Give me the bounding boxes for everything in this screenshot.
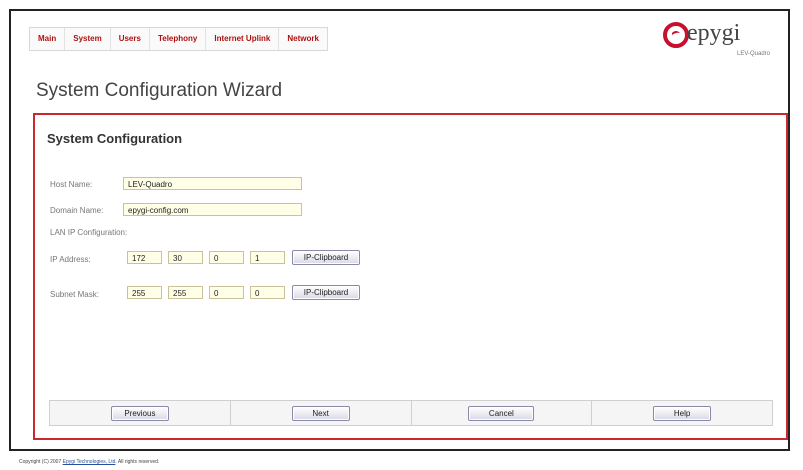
- next-cell: Next: [231, 401, 412, 425]
- nav-item-system[interactable]: System: [65, 28, 111, 50]
- system-configuration-panel: System Configuration Host Name: LEV-Quad…: [33, 113, 788, 440]
- cancel-button[interactable]: Cancel: [468, 406, 535, 421]
- help-button[interactable]: Help: [653, 406, 712, 421]
- domain-name-field[interactable]: epygi-config.com: [123, 203, 302, 216]
- subnet-mask-octet-4[interactable]: 0: [250, 286, 285, 299]
- subnet-mask-octet-3[interactable]: 0: [209, 286, 244, 299]
- epygi-logo: epygi LEV-Quadro: [657, 18, 787, 62]
- ip-address-label: IP Address:: [50, 255, 91, 264]
- page-title: System Configuration Wizard: [36, 80, 283, 101]
- logo-name: epygi: [687, 20, 741, 46]
- copyright-suffix: . All rights reserved.: [115, 459, 160, 465]
- previous-button[interactable]: Previous: [110, 406, 169, 421]
- copyright-company-link[interactable]: Epygi Technologies, Ltd: [63, 459, 116, 465]
- ip-address-octet-2[interactable]: 30: [168, 251, 203, 264]
- ip-address-clipboard-button[interactable]: IP-Clipboard: [292, 250, 360, 265]
- host-name-label: Host Name:: [50, 180, 93, 189]
- subnet-mask-octet-2[interactable]: 255: [168, 286, 203, 299]
- top-nav: Main System Users Telephony Internet Upl…: [29, 27, 328, 51]
- nav-item-main[interactable]: Main: [30, 28, 66, 50]
- panel-title: System Configuration: [47, 131, 183, 146]
- epygi-logo-icon: [663, 22, 689, 48]
- ip-address-octet-1[interactable]: 172: [127, 251, 162, 264]
- nav-item-users[interactable]: Users: [111, 28, 150, 50]
- subnet-mask-octet-1[interactable]: 255: [127, 286, 162, 299]
- domain-name-label: Domain Name:: [50, 206, 104, 215]
- nav-item-telephony[interactable]: Telephony: [150, 28, 207, 50]
- next-button[interactable]: Next: [291, 406, 350, 421]
- logo-subtitle: LEV-Quadro: [737, 51, 771, 57]
- copyright-text: Copyright (C) 2007: [19, 459, 63, 465]
- ip-address-octet-3[interactable]: 0: [209, 251, 244, 264]
- copyright-footer: Copyright (C) 2007 Epygi Technologies, L…: [19, 459, 159, 465]
- nav-item-network[interactable]: Network: [279, 28, 327, 50]
- lan-ip-configuration-label: LAN IP Configuration:: [50, 228, 128, 237]
- cancel-cell: Cancel: [412, 401, 593, 425]
- ip-address-octet-4[interactable]: 1: [250, 251, 285, 264]
- subnet-mask-label: Subnet Mask:: [50, 290, 99, 299]
- help-cell: Help: [592, 401, 772, 425]
- wizard-button-bar: Previous Next Cancel Help: [49, 400, 773, 426]
- nav-item-internet-uplink[interactable]: Internet Uplink: [206, 28, 280, 50]
- subnet-mask-clipboard-button[interactable]: IP-Clipboard: [292, 285, 360, 300]
- previous-cell: Previous: [50, 401, 231, 425]
- host-name-field[interactable]: LEV-Quadro: [123, 177, 302, 190]
